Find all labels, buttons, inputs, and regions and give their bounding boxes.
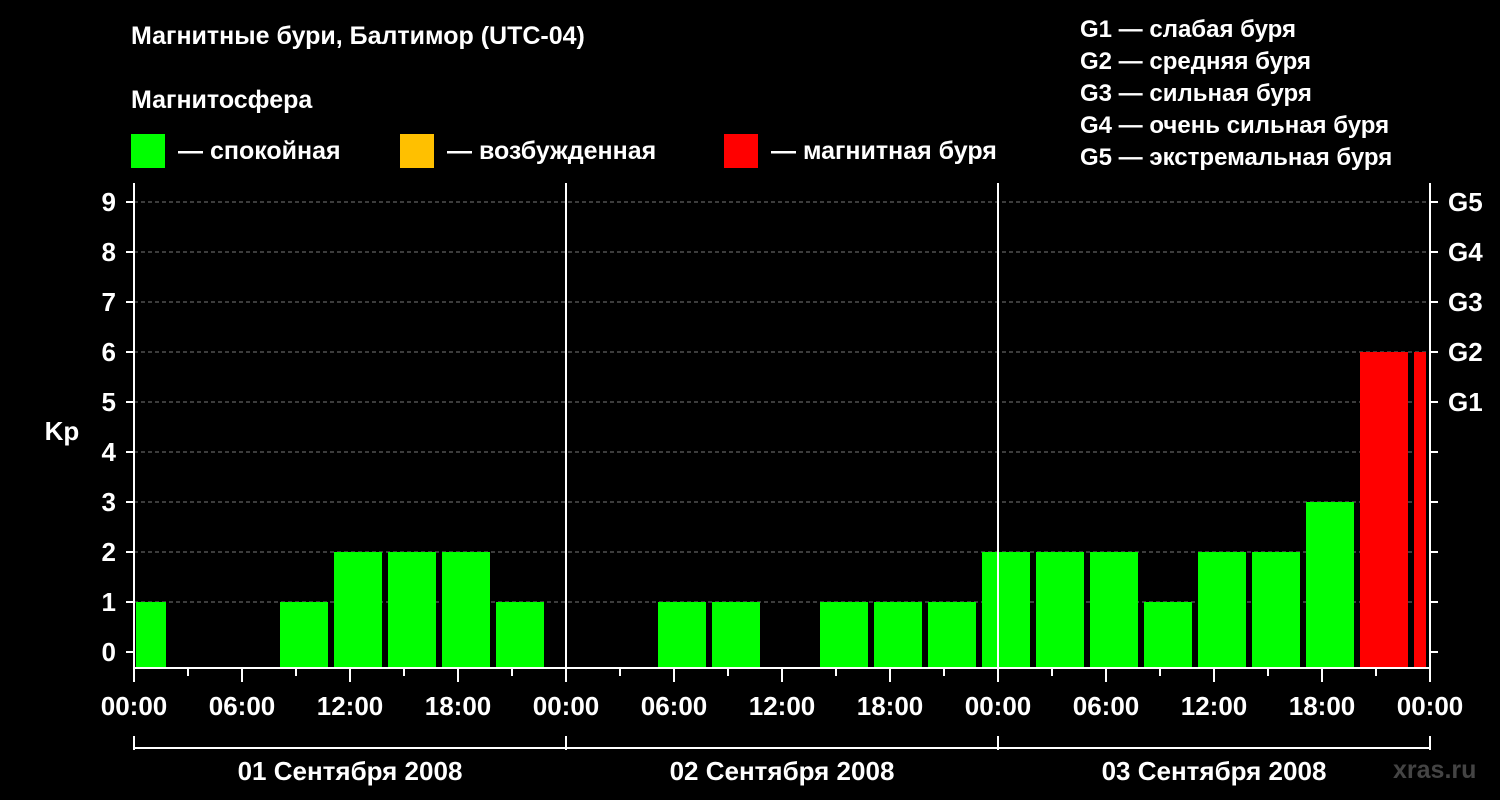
g-level-label: G2: [1448, 337, 1483, 367]
kp-bar-2: [334, 552, 382, 668]
x-tick-label: 18:00: [857, 691, 924, 721]
watermark: xras.ru: [1393, 756, 1477, 784]
kp-bar-7: [712, 602, 760, 668]
kp-bar-5: [496, 602, 544, 668]
kp-bar-0: [136, 602, 166, 668]
x-tick-label: 06:00: [641, 691, 708, 721]
y-axis-label: Kp: [45, 416, 80, 446]
kp-bar-12: [1036, 552, 1084, 668]
kp-bar-6: [658, 602, 706, 668]
x-tick-label: 06:00: [1073, 691, 1140, 721]
x-tick-label: 12:00: [1181, 691, 1248, 721]
kp-bar-10: [928, 602, 976, 668]
day-label: 01 Сентября 2008: [238, 756, 463, 786]
y-tick-label: 8: [102, 237, 116, 267]
g-level-label: G4: [1448, 237, 1483, 267]
x-tick-label: 06:00: [209, 691, 276, 721]
day-label: 03 Сентября 2008: [1102, 756, 1327, 786]
kp-bar-14: [1144, 602, 1192, 668]
y-tick-label: 1: [102, 587, 116, 617]
y-tick-label: 7: [102, 287, 116, 317]
y-tick-label: 3: [102, 487, 116, 517]
kp-bar-16: [1252, 552, 1300, 668]
x-tick-label: 12:00: [317, 691, 384, 721]
y-tick-label: 4: [102, 437, 117, 467]
kp-bar-11: [982, 552, 1030, 668]
x-tick-label: 12:00: [749, 691, 816, 721]
y-tick-label: 9: [102, 187, 116, 217]
kp-bar-15: [1198, 552, 1246, 668]
kp-bar-8: [820, 602, 868, 668]
kp-bar-13: [1090, 552, 1138, 668]
kp-bar-4: [442, 552, 490, 668]
x-tick-label: 00:00: [101, 691, 168, 721]
kp-bar-18: [1360, 352, 1408, 668]
x-tick-label: 18:00: [1289, 691, 1356, 721]
kp-bar-19: [1414, 352, 1426, 668]
x-tick-label: 00:00: [965, 691, 1032, 721]
y-tick-label: 6: [102, 337, 116, 367]
x-tick-label: 00:00: [1397, 691, 1464, 721]
g-level-label: G1: [1448, 387, 1483, 417]
kp-bar-9: [874, 602, 922, 668]
kp-chart: 0 1 2 3 4 5 6 7 8 9 G1 G2 G3 G4 G5 Kp 00:00 06:00 12:00 18:…: [45, 183, 1483, 786]
x-tick-label: 00:00: [533, 691, 600, 721]
g-level-label: G5: [1448, 187, 1483, 217]
day-label: 02 Сентября 2008: [670, 756, 895, 786]
y-tick-label: 2: [102, 537, 116, 567]
g-level-label: G3: [1448, 287, 1483, 317]
y-tick-label: 0: [102, 637, 116, 667]
kp-bar-3: [388, 552, 436, 668]
kp-bar-1: [280, 602, 328, 668]
y-tick-label: 5: [102, 387, 116, 417]
x-tick-label: 18:00: [425, 691, 492, 721]
kp-bar-17: [1306, 502, 1354, 668]
